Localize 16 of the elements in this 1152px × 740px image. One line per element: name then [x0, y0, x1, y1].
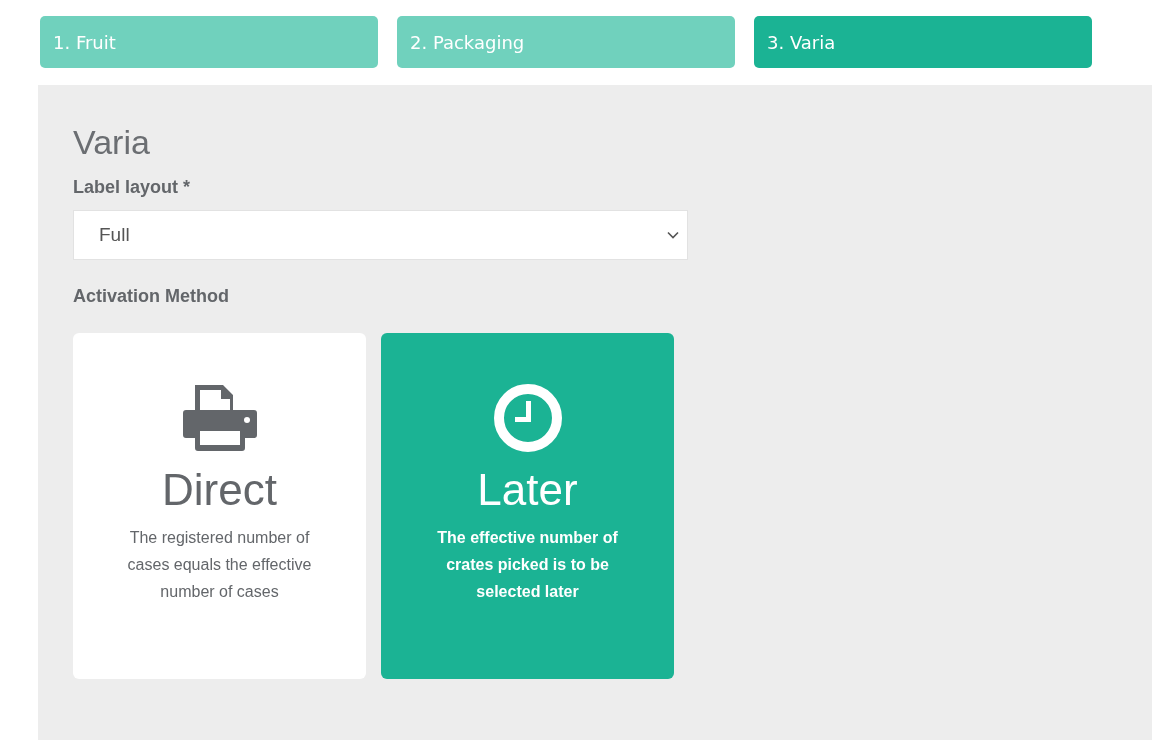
step-tab[interactable]: 3. Varia [754, 16, 1092, 68]
activation-option-card[interactable]: Direct The registered number of cases equals the effective number of cases [73, 333, 366, 679]
option-title: Later [477, 466, 578, 515]
printer-icon [182, 385, 257, 451]
option-title: Direct [162, 466, 277, 515]
chevron-down-icon [667, 231, 679, 239]
clock-icon [493, 384, 562, 452]
section-title: Varia [73, 125, 151, 159]
field-label: Activation Method [73, 286, 230, 307]
option-description: The effective number of crates picked is to be selected later [436, 528, 619, 603]
label-layout-dropdown[interactable]: Full [73, 210, 688, 260]
step-tab[interactable]: 1. Fruit [40, 16, 378, 68]
activation-option-card[interactable]: Later The effective number of crates picked is to be selected later [381, 333, 674, 679]
field-label: Label layout * [73, 177, 192, 198]
option-description: The registered number of cases equals the effective number of cases [126, 528, 313, 603]
step-tab[interactable]: 2. Packaging [397, 16, 735, 68]
